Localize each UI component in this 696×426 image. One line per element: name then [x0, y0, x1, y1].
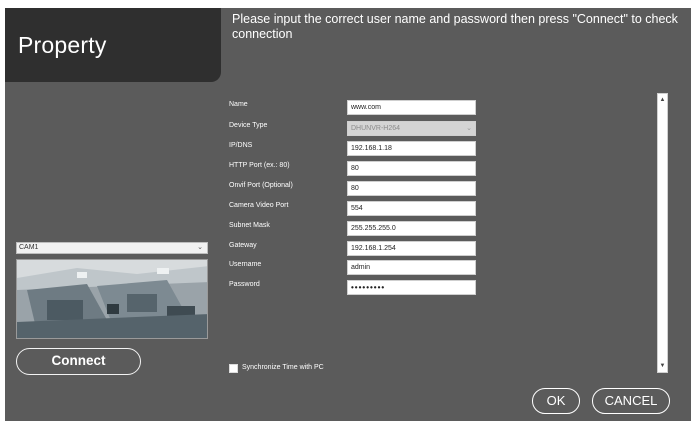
form-row-subnet: Subnet Mask 255.255.255.0 — [229, 221, 481, 236]
connect-button[interactable]: Connect — [16, 348, 141, 375]
field-label: Device Type — [229, 122, 268, 129]
sync-time-checkbox[interactable] — [229, 364, 238, 373]
chevron-down-icon: ⌄ — [466, 125, 472, 132]
http-port-input[interactable]: 80 — [347, 161, 476, 176]
field-label: Username — [229, 261, 262, 268]
password-input[interactable]: ••••••••• — [347, 280, 476, 295]
field-label: Gateway — [229, 242, 257, 249]
field-label: Subnet Mask — [229, 222, 270, 229]
form-row-gateway: Gateway 192.168.1.254 — [229, 241, 481, 256]
title-panel: Property — [5, 8, 221, 82]
field-label: Password — [229, 281, 260, 288]
field-label: Onvif Port (Optional) — [229, 182, 293, 189]
form-row-name: Name www.com — [229, 100, 481, 115]
subnet-mask-input[interactable]: 255.255.255.0 — [347, 221, 476, 236]
form-row-username: Username admin — [229, 260, 481, 275]
name-input[interactable]: www.com — [347, 100, 476, 115]
field-label: Name — [229, 101, 248, 108]
username-input[interactable]: admin — [347, 260, 476, 275]
chevron-down-icon: ⌄ — [197, 244, 203, 251]
field-label: Camera Video Port — [229, 202, 289, 209]
form-row-video-port: Camera Video Port 554 — [229, 201, 481, 216]
form-row-ip: IP/DNS 192.168.1.18 — [229, 141, 481, 156]
instruction-text: Please input the correct user name and p… — [232, 12, 678, 41]
ok-button[interactable]: OK — [532, 388, 580, 414]
video-port-input[interactable]: 554 — [347, 201, 476, 216]
ip-dns-input[interactable]: 192.168.1.18 — [347, 141, 476, 156]
scroll-up-icon[interactable]: ▲ — [658, 94, 667, 106]
onvif-port-input[interactable]: 80 — [347, 181, 476, 196]
sync-time-label: Synchronize Time with PC — [242, 364, 324, 371]
form-row-device-type: Device Type DHUNVR-H264 ⌄ — [229, 121, 481, 136]
camera-preview — [16, 259, 208, 339]
gateway-input[interactable]: 192.168.1.254 — [347, 241, 476, 256]
field-label: HTTP Port (ex.: 80) — [229, 162, 290, 169]
device-type-value: DHUNVR-H264 — [351, 125, 401, 132]
property-dialog: Property Please input the correct user n… — [5, 8, 691, 421]
camera-preview-image — [17, 260, 207, 338]
camera-select-value: CAM1 — [19, 244, 39, 251]
form-row-http-port: HTTP Port (ex.: 80) 80 — [229, 161, 481, 176]
field-label: IP/DNS — [229, 142, 253, 149]
form-row-onvif-port: Onvif Port (Optional) 80 — [229, 181, 481, 196]
device-type-select[interactable]: DHUNVR-H264 ⌄ — [347, 121, 476, 136]
dialog-title: Property — [18, 32, 107, 58]
scroll-down-icon[interactable]: ▼ — [658, 360, 667, 372]
cancel-button[interactable]: CANCEL — [592, 388, 670, 414]
form-scrollbar[interactable]: ▲ ▼ — [657, 93, 668, 373]
form-row-password: Password ••••••••• — [229, 280, 481, 295]
camera-select[interactable]: CAM1 ⌄ — [16, 242, 208, 254]
